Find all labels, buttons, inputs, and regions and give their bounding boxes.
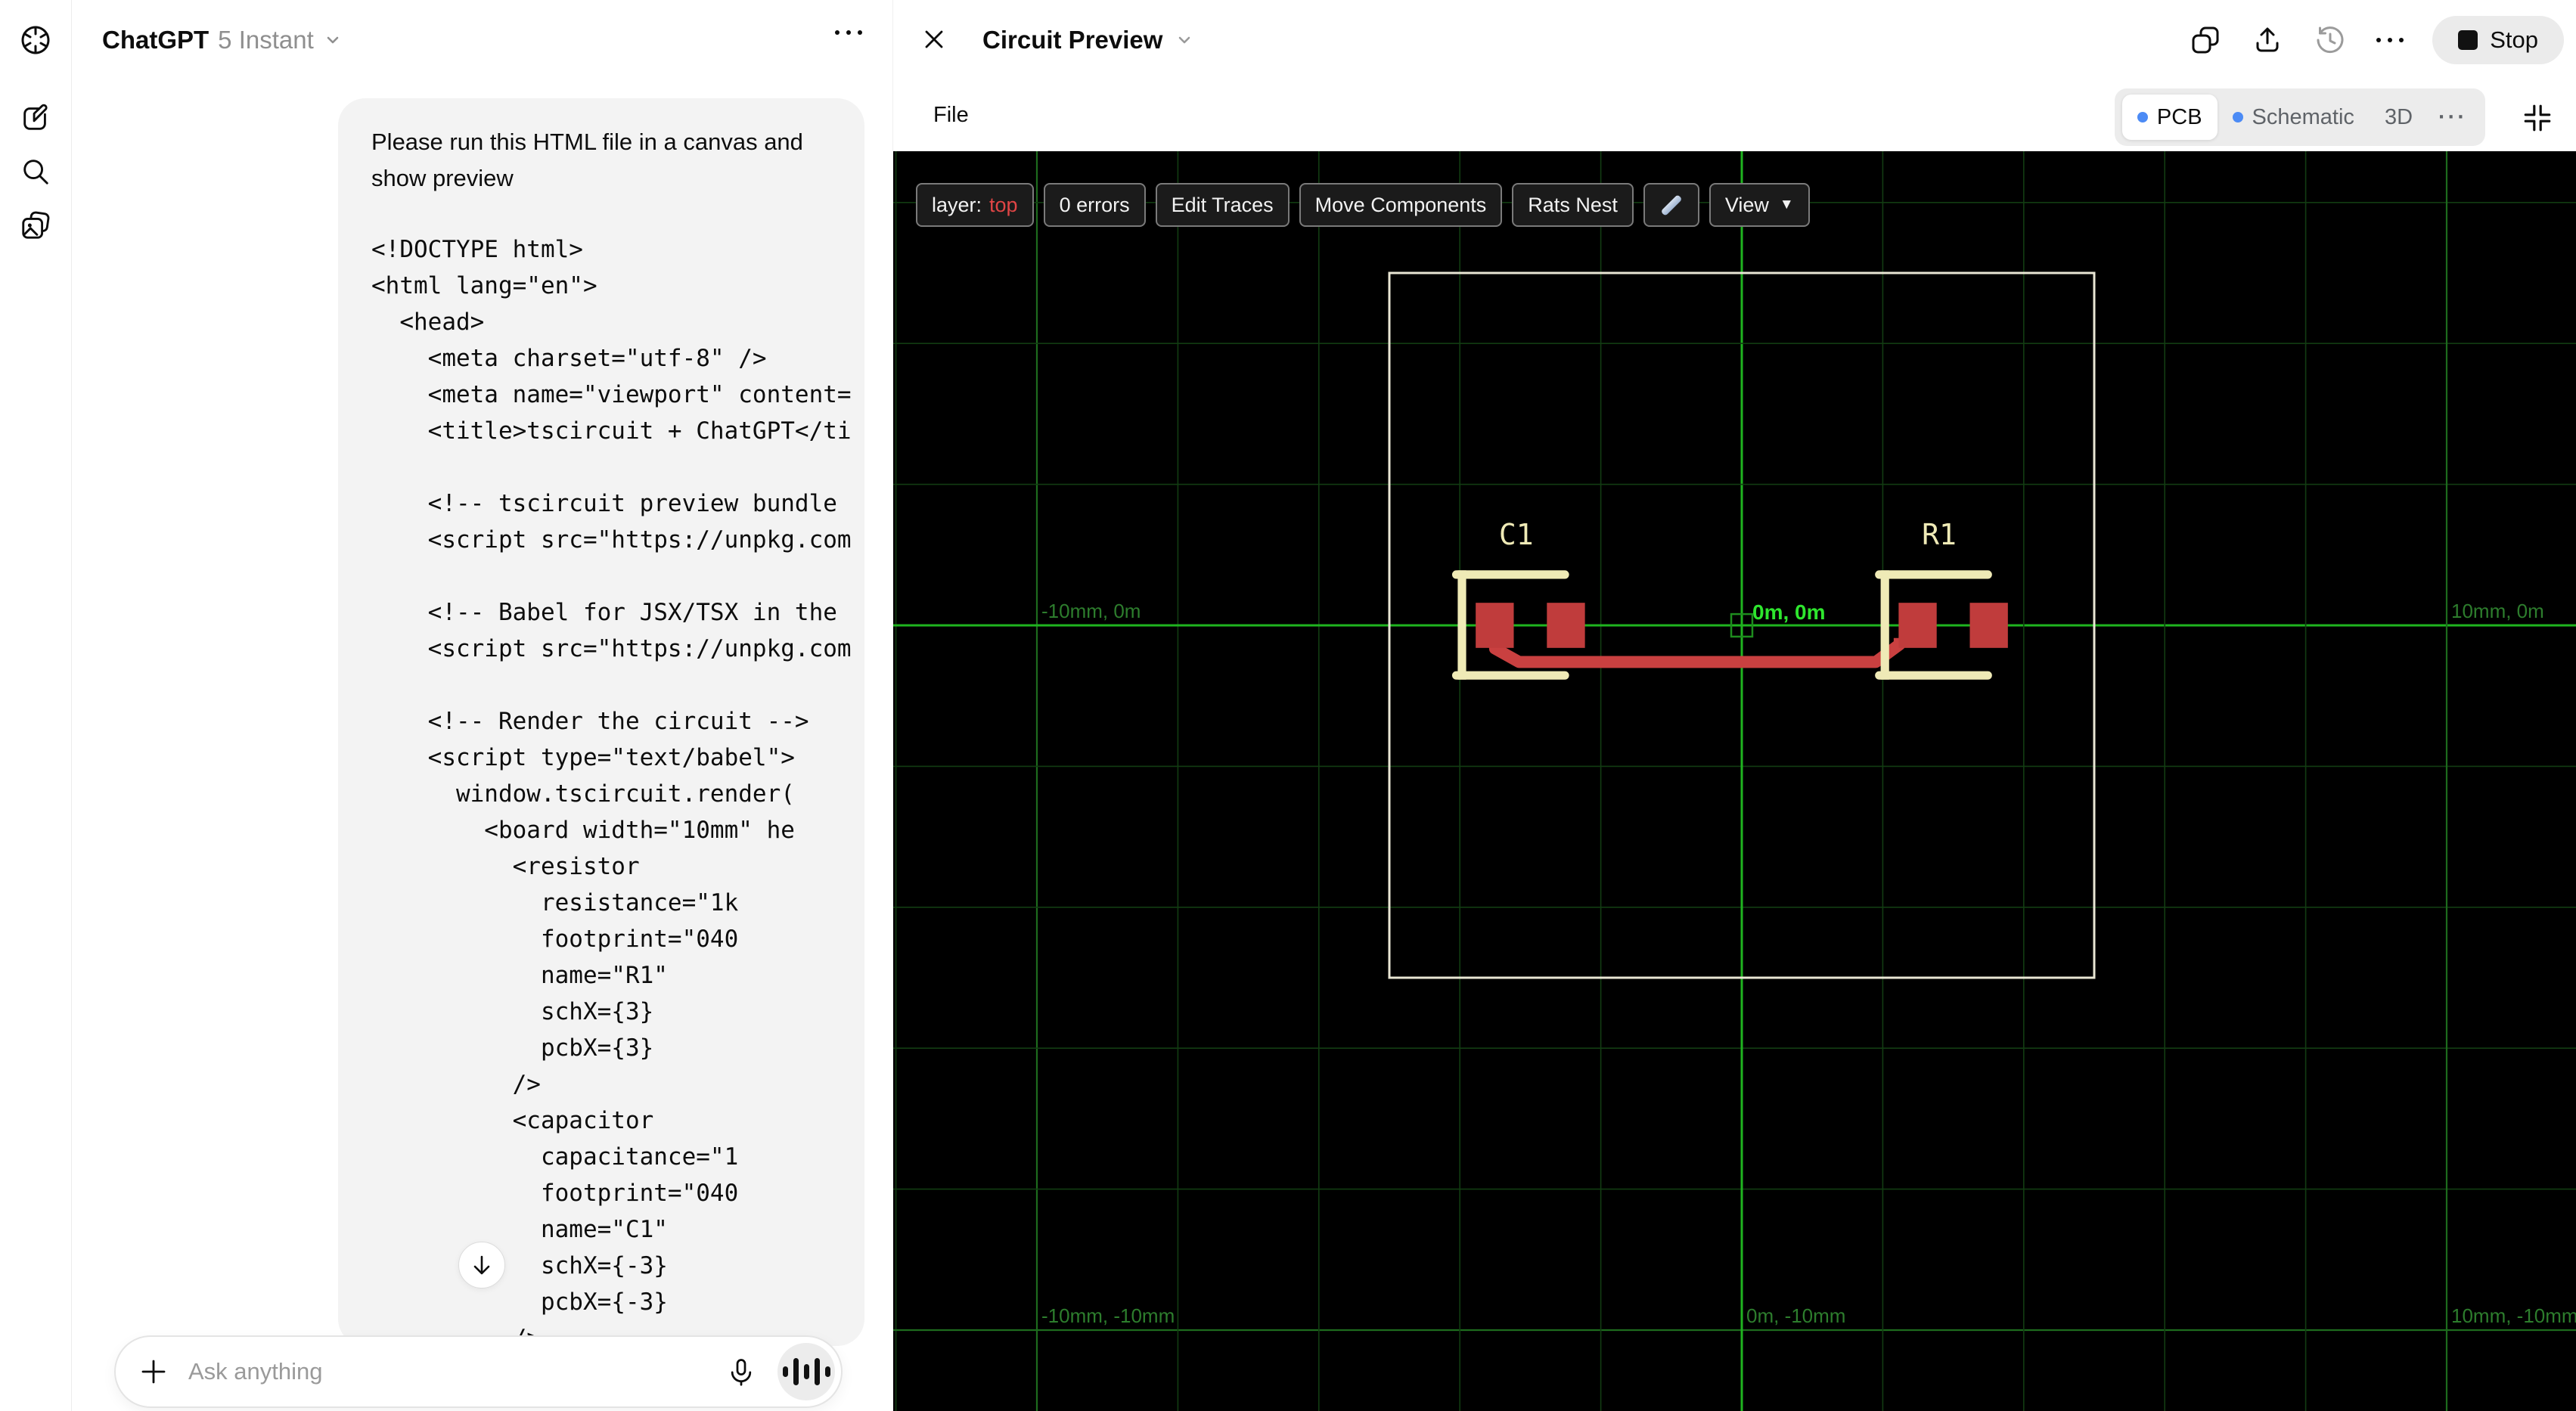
ellipsis-icon [835,30,862,35]
openai-logo-icon[interactable] [18,23,53,57]
plus-icon [141,1360,166,1384]
tab-[interactable]: ··· [2428,95,2478,140]
grid-coordinate-label: 10mm, 0m [2451,600,2544,622]
chat-header: ChatGPT 5 Instant [72,0,892,79]
tab-schematic[interactable]: Schematic [2218,95,2370,140]
active-layer-value: top [989,193,1018,216]
waveform-icon [782,1358,830,1385]
tab-dot-icon [2137,112,2148,122]
canvas-header: Circuit Preview Stop [893,0,2576,79]
new-chat-button[interactable] [18,101,53,135]
tab-dot-icon [2232,112,2243,122]
stop-button[interactable]: Stop [2432,15,2564,64]
ellipsis-icon [2376,37,2404,42]
canvas-title-dropdown[interactable]: Circuit Preview [982,0,1194,79]
tab-pcb[interactable]: PCB [2121,95,2218,140]
openai-logo-glyph [21,26,50,54]
copy-button[interactable] [2189,23,2222,57]
pcb-toolbar: layer: top 0 errors Edit Traces Move Compone… [916,183,1810,227]
canvas-menubar: File PCB Schematic 3D ··· [893,79,2576,151]
grid-coordinate-label: 0m, -10mm [1746,1304,1845,1327]
canvas-title: Circuit Preview [982,25,1163,54]
pcb-toolbar-0-errors[interactable]: 0 errors [1043,183,1146,227]
collapse-canvas-button[interactable] [2519,99,2556,137]
copy-icon [2192,26,2219,53]
pcb-toolbar-move-components[interactable]: Move Components [1299,183,1503,227]
upload-icon [2256,27,2279,51]
pcb-board-svg[interactable]: C1 R1 0m, 0m -10mm, 0m 10mm, 0m -10mm, -10mm 0… [893,151,2576,1411]
chevron-down-icon [1179,36,1190,43]
user-message-bubble: Please run this HTML file in a canvas an… [338,98,864,1346]
pencil-icon [1660,194,1683,216]
pcb-canvas[interactable]: C1 R1 0m, 0m -10mm, 0m 10mm, 0m -10mm, -10mm 0… [893,151,2576,1411]
toolbar-label: Move Components [1314,193,1487,216]
share-button[interactable] [2251,23,2284,57]
history-icon [2317,26,2344,53]
chat-column: ChatGPT 5 Instant Please run this HTML f… [72,0,892,1411]
attach-button[interactable] [138,1357,169,1387]
search-button[interactable] [18,154,53,189]
app-root: ChatGPT 5 Instant Please run this HTML f… [0,0,2576,1411]
app-name: ChatGPT [102,25,209,54]
tab-label: ··· [2438,104,2467,129]
file-menu[interactable]: File [933,79,969,151]
more-options-button[interactable] [2376,37,2404,42]
canvas-actions: Stop [2189,0,2564,79]
microphone-icon [731,1359,752,1386]
caret-down-icon: ▼ [1779,197,1794,212]
library-button[interactable] [18,208,53,243]
pcb-toolbar-view[interactable]: View ▼ [1709,183,1810,227]
user-message-text: Please run this HTML file in a canvas an… [371,129,803,191]
conversation-options-button[interactable] [835,30,862,35]
library-icon [22,211,50,239]
canvas-panel: Circuit Preview Stop File PCB Schematic … [892,0,2576,1411]
origin-coordinate-label: 0m, 0m [1752,600,1826,624]
tab-label: 3D [2384,104,2413,129]
composer[interactable]: Ask anything [114,1335,843,1408]
tab-3d[interactable]: 3D [2370,95,2428,140]
grid-coordinate-label: -10mm, 0m [1041,600,1141,622]
pcb-toolbar-layer-[interactable]: layer: top [916,183,1034,227]
scroll-to-bottom-button[interactable] [458,1242,505,1289]
close-canvas-button[interactable] [916,21,952,57]
component-label-r1: R1 [1922,518,1957,551]
model-picker[interactable]: ChatGPT 5 Instant [102,0,343,79]
collapse-icon [2524,104,2551,132]
close-icon [925,30,943,48]
voice-mode-button[interactable] [777,1343,835,1400]
search-icon [23,160,48,185]
toolbar-label: Rats Nest [1528,193,1618,216]
chevron-down-icon [327,36,339,43]
tab-label: PCB [2156,104,2202,129]
arrow-down-icon [473,1255,490,1275]
composer-placeholder[interactable]: Ask anything [188,1358,726,1385]
toolbar-label: 0 errors [1059,193,1130,216]
stop-square-icon [2458,29,2478,50]
grid-coordinate-label: 10mm, -10mm [2451,1304,2576,1327]
tab-label: Schematic [2252,104,2354,129]
trace-pencil-button[interactable] [1643,183,1699,227]
toolbar-label: View [1724,193,1769,216]
view-tabs: PCB Schematic 3D ··· [2114,88,2485,146]
pcb-toolbar-edit-traces[interactable]: Edit Traces [1155,183,1290,227]
model-name: 5 Instant [218,25,314,54]
component-label-c1: C1 [1499,518,1534,551]
grid-coordinate-label: -10mm, -10mm [1041,1304,1175,1327]
new-chat-icon [23,104,48,130]
pcb-toolbar-rats-nest[interactable]: Rats Nest [1512,183,1634,227]
toolbar-label: Edit Traces [1171,193,1274,216]
history-button[interactable] [2313,23,2348,57]
sidebar [0,0,72,1411]
stop-label: Stop [2490,26,2538,53]
code-block: <!DOCTYPE html> <html lang="en"> <head> … [371,236,852,1346]
toolbar-label: layer: [932,193,982,216]
dictate-button[interactable] [726,1357,756,1387]
